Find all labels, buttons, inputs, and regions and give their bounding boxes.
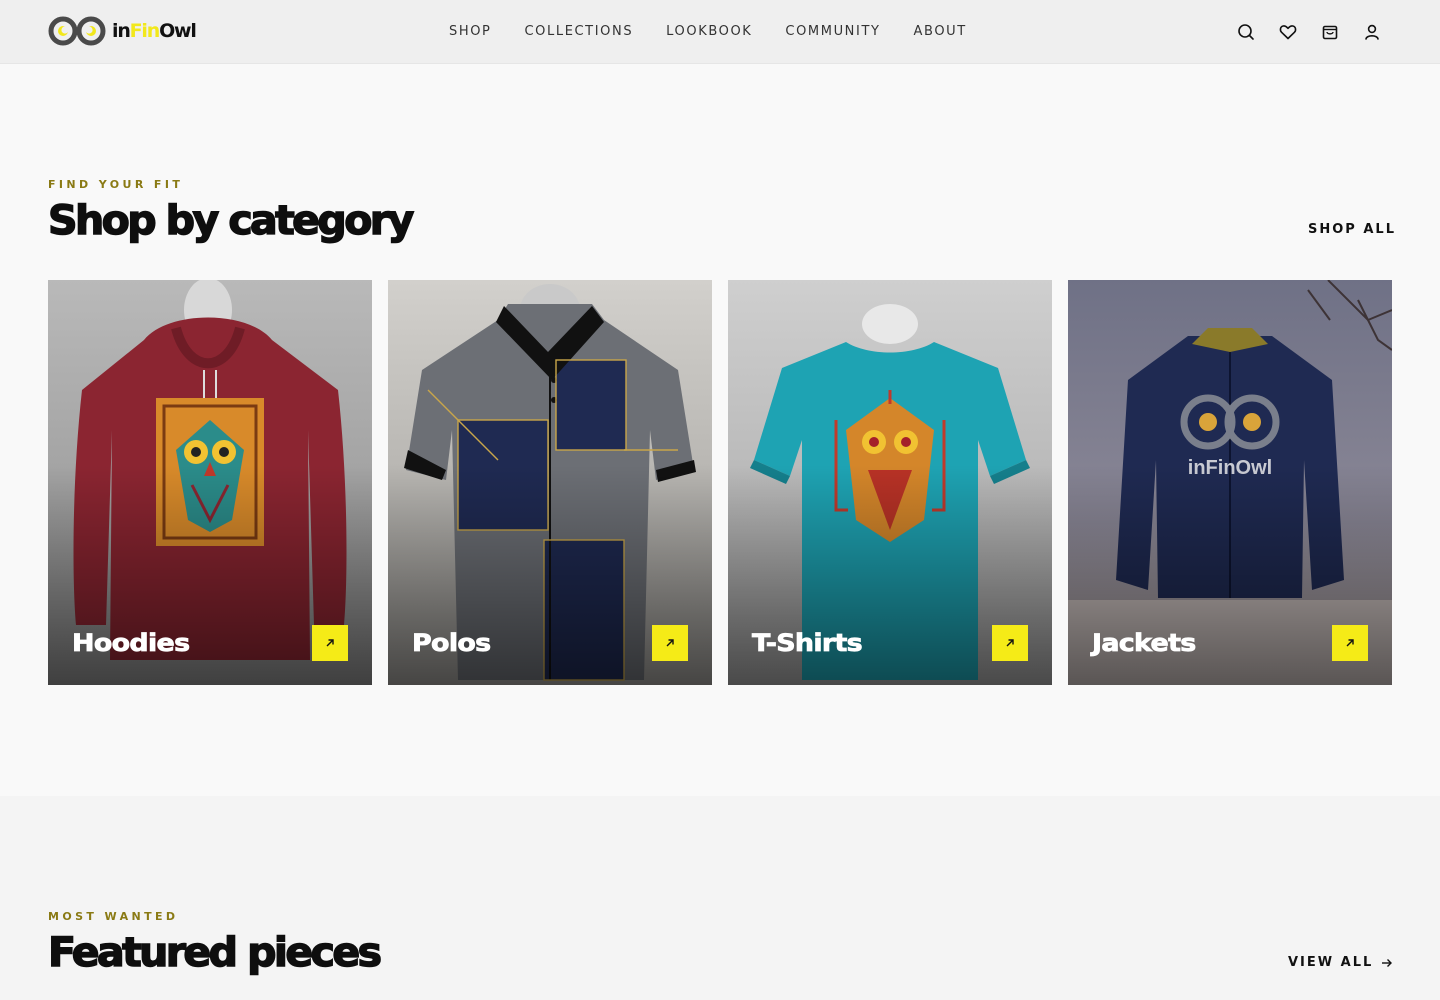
- category-card-jackets[interactable]: inFinOwl Jackets: [1068, 280, 1392, 685]
- category-label: T-Shirts: [752, 629, 864, 658]
- main-nav: SHOP COLLECTIONS LOOKBOOK COMMUNITY ABOU…: [449, 24, 1000, 40]
- category-card-hoodies[interactable]: Hoodies: [48, 280, 372, 685]
- heart-icon[interactable]: [1278, 22, 1298, 42]
- brand-wordmark: inFinOwl: [112, 20, 197, 42]
- category-card-polos[interactable]: Polos: [388, 280, 712, 685]
- nav-item-shop[interactable]: SHOP: [449, 24, 492, 40]
- category-label: Polos: [412, 629, 492, 658]
- category-label: Hoodies: [72, 629, 191, 658]
- category-label: Jackets: [1092, 629, 1197, 658]
- bag-icon[interactable]: [1320, 22, 1340, 42]
- view-all-label: VIEW ALL: [1288, 955, 1374, 970]
- section-eyebrow: MOST WANTED: [48, 910, 179, 923]
- arrow-right-icon: [1382, 958, 1393, 967]
- header-actions: [1236, 22, 1382, 42]
- user-icon[interactable]: [1362, 22, 1382, 42]
- featured-section: MOST WANTED Featured pieces VIEW ALL: [0, 796, 1440, 1000]
- site-header: inFinOwl SHOP COLLECTIONS LOOKBOOK COMMU…: [0, 0, 1440, 64]
- shop-all-link[interactable]: SHOP ALL: [1308, 222, 1396, 237]
- search-icon[interactable]: [1236, 22, 1256, 42]
- nav-item-about[interactable]: ABOUT: [914, 24, 967, 40]
- section-title: Featured pieces: [47, 928, 383, 976]
- section-eyebrow: FIND YOUR FIT: [48, 178, 184, 191]
- category-grid: Hoodies Polos T-Shirts Jackets: [48, 280, 1392, 685]
- category-card-tshirts[interactable]: T-Shirts: [728, 280, 1052, 685]
- arrow-up-right-icon[interactable]: [1332, 625, 1368, 661]
- nav-item-lookbook[interactable]: LOOKBOOK: [666, 24, 752, 40]
- arrow-up-right-icon[interactable]: [652, 625, 688, 661]
- section-title: Shop by category: [47, 196, 415, 244]
- arrow-up-right-icon[interactable]: [992, 625, 1028, 661]
- brand-logo[interactable]: inFinOwl: [48, 14, 197, 48]
- nav-item-collections[interactable]: COLLECTIONS: [525, 24, 634, 40]
- arrow-up-right-icon[interactable]: [312, 625, 348, 661]
- view-all-link[interactable]: VIEW ALL: [1288, 955, 1393, 970]
- infinity-owl-logo-icon: [48, 16, 106, 46]
- nav-item-community[interactable]: COMMUNITY: [785, 24, 880, 40]
